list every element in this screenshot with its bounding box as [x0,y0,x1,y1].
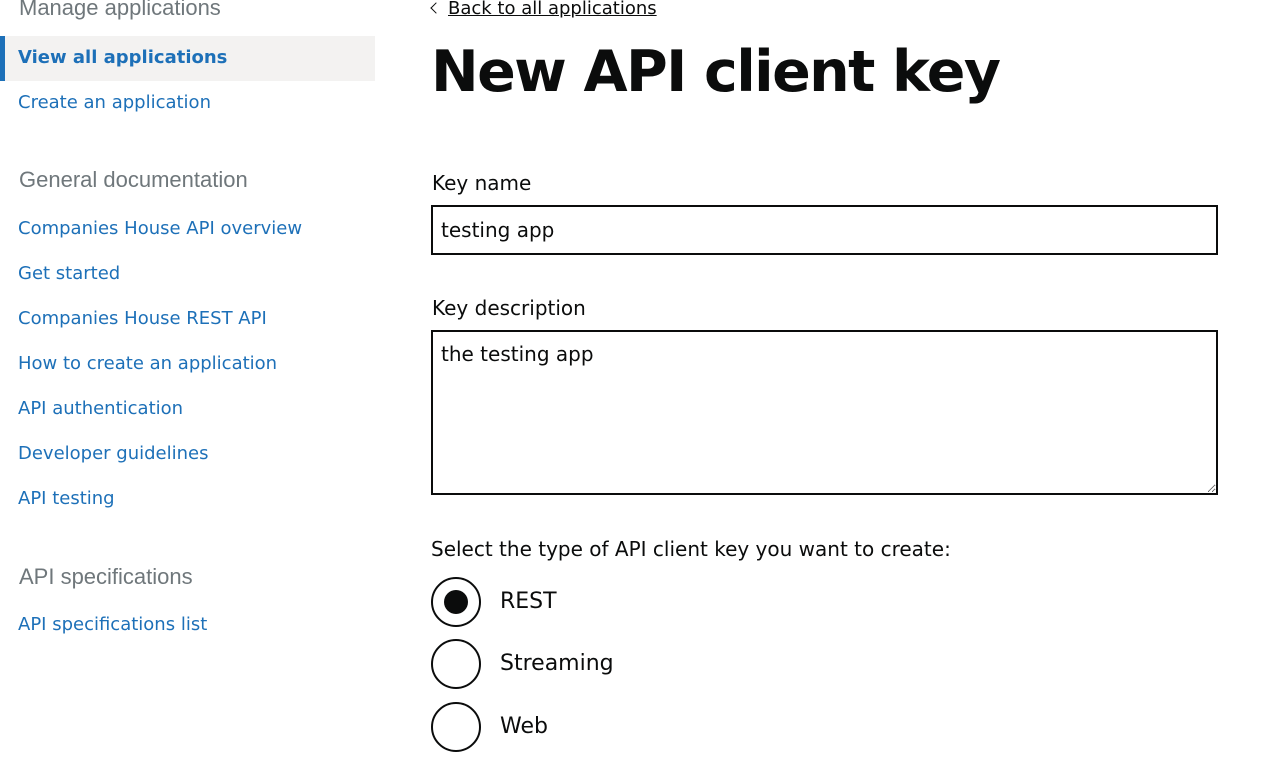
sidebar-item-how-to-create-application[interactable]: How to create an application [18,355,277,373]
key-name-input[interactable] [431,205,1218,255]
radio-button[interactable] [431,639,481,689]
radio-label: Web [500,714,548,739]
radio-label: REST [500,589,557,614]
key-description-textarea[interactable] [431,330,1218,495]
sidebar-item-api-testing[interactable]: API testing [18,490,115,508]
sidebar-heading-manage-applications: Manage applications [19,0,221,20]
sidebar-item-api-authentication[interactable]: API authentication [18,400,183,418]
sidebar-item-api-overview[interactable]: Companies House API overview [18,220,302,238]
chevron-left-icon [430,2,442,14]
back-link-label: Back to all applications [448,0,657,19]
key-name-label: Key name [432,171,532,195]
page-title: New API client key [431,39,1001,105]
back-link[interactable]: Back to all applications [430,0,657,19]
sidebar-item-rest-api[interactable]: Companies House REST API [18,310,267,328]
key-type-legend: Select the type of API client key you wa… [431,537,951,561]
radio-label: Streaming [500,651,614,676]
sidebar-item-api-specifications-list[interactable]: API specifications list [18,616,207,634]
radio-button-checked[interactable] [431,577,481,627]
sidebar-item-create-an-application[interactable]: Create an application [18,94,211,112]
sidebar-item-developer-guidelines[interactable]: Developer guidelines [18,445,209,463]
radio-button[interactable] [431,702,481,752]
sidebar-item-label: View all applications [18,47,228,68]
sidebar-heading-general-documentation: General documentation [19,167,248,192]
sidebar-item-get-started[interactable]: Get started [18,265,120,283]
sidebar-heading-api-specifications: API specifications [19,564,193,589]
sidebar-nav: Manage applications View all application… [0,0,375,758]
key-description-label: Key description [432,296,586,320]
sidebar-item-view-all-applications[interactable]: View all applications [0,36,375,81]
